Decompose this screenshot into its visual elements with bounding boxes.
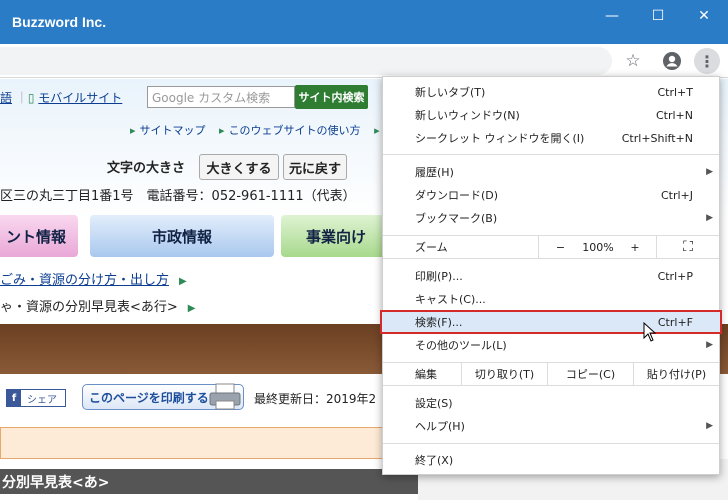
browser-toolbar: ☆ ⋮ — [0, 44, 728, 78]
breadcrumb-link-1[interactable]: ごみ・資源の分け方・出し方 ▶ — [0, 269, 187, 288]
fullscreen-icon[interactable]: ⛶ — [656, 236, 719, 258]
howto-link[interactable]: このウェブサイトの使い方 — [229, 124, 361, 137]
menu-settings[interactable]: 設定(S) — [383, 392, 719, 414]
printer-icon — [209, 383, 241, 410]
submenu-arrow-icon: ▶ — [706, 167, 713, 177]
submenu-arrow-icon: ▶ — [706, 421, 713, 431]
copy-button[interactable]: コピー(C) — [547, 363, 633, 385]
mouse-cursor-icon — [643, 322, 657, 342]
notice-box — [0, 427, 390, 459]
last-updated: 最終更新日：2019年2 — [254, 392, 377, 406]
menu-bookmarks[interactable]: ブックマーク(B) ▶ — [383, 207, 719, 229]
maximize-button[interactable]: ☐ — [635, 0, 681, 32]
menu-edit-row: 編集 切り取り(T) コピー(C) 貼り付け(P) — [383, 362, 719, 386]
menu-incognito[interactable]: シークレット ウィンドウを開く(I) Ctrl+Shift+N — [383, 127, 719, 149]
language-link[interactable]: 語 — [0, 91, 12, 105]
zoom-level: 100% — [582, 240, 614, 254]
font-larger-button[interactable]: 大きくする — [199, 154, 279, 180]
nav-tab-events[interactable]: ント情報 — [0, 215, 78, 257]
font-reset-button[interactable]: 元に戻す — [283, 154, 347, 180]
site-search-input[interactable]: Google カスタム検索 — [147, 86, 295, 108]
menu-new-tab[interactable]: 新しいタブ(T) Ctrl+T — [383, 81, 719, 103]
menu-separator — [383, 443, 719, 444]
edit-label: 編集 — [415, 368, 437, 381]
browser-menu-icon[interactable]: ⋮ — [694, 48, 720, 74]
sitemap-link[interactable]: サイトマップ — [140, 124, 206, 137]
menu-separator — [383, 154, 719, 155]
address-bar[interactable] — [0, 47, 612, 75]
nav-tab-business[interactable]: 事業向け — [281, 215, 391, 257]
mobile-site-link[interactable]: モバイルサイト — [38, 91, 122, 105]
minimize-button[interactable]: — — [589, 0, 635, 32]
zoom-label: ズーム — [415, 241, 448, 254]
bookmark-star-icon[interactable]: ☆ — [622, 50, 644, 72]
breadcrumb-current: ゃ・資源の分別早見表<あ行> ▶ — [0, 300, 196, 315]
menu-downloads[interactable]: ダウンロード(D) Ctrl+J — [383, 184, 719, 206]
menu-help[interactable]: ヘルプ(H) ▶ — [383, 415, 719, 437]
menu-find[interactable]: 検索(F)... Ctrl+F — [380, 310, 722, 334]
paste-button[interactable]: 貼り付け(P) — [633, 363, 719, 385]
address-text: 区三の丸三丁目1番1号 電話番号：052-961-1111（代表） — [0, 189, 356, 204]
nav-tab-city-info[interactable]: 市政情報 — [90, 215, 274, 257]
window-title: Buzzword Inc. — [12, 14, 107, 30]
menu-more-tools[interactable]: その他のツール(L) ▶ — [383, 334, 719, 356]
menu-exit[interactable]: 終了(X) — [383, 449, 719, 471]
submenu-arrow-icon: ▶ — [706, 340, 713, 350]
close-button[interactable]: ✕ — [681, 0, 727, 32]
menu-zoom-row: ズーム − 100% + ⛶ — [383, 235, 719, 259]
font-size-label: 文字の大きさ — [107, 161, 186, 176]
menu-cast[interactable]: キャスト(C)... — [383, 288, 719, 310]
facebook-share-button[interactable]: f シェア — [6, 389, 66, 407]
top-links: 語 ｜▯ モバイルサイト — [0, 91, 123, 105]
site-search-button[interactable]: サイト内検索 — [295, 85, 368, 109]
menu-print[interactable]: 印刷(P)... Ctrl+P — [383, 265, 719, 287]
facebook-icon: f — [7, 390, 21, 406]
section-heading: 分別早見表<あ> — [0, 469, 418, 494]
sub-links: ▸サイトマップ ▸このウェブサイトの使い方 ▸ご意 — [130, 122, 416, 138]
browser-menu: 新しいタブ(T) Ctrl+T 新しいウィンドウ(N) Ctrl+N シークレット … — [380, 76, 722, 475]
cut-button[interactable]: 切り取り(T) — [461, 363, 547, 385]
submenu-arrow-icon: ▶ — [706, 213, 713, 223]
menu-new-window[interactable]: 新しいウィンドウ(N) Ctrl+N — [383, 104, 719, 126]
profile-avatar-icon[interactable] — [661, 50, 683, 72]
zoom-out-button[interactable]: − — [538, 236, 582, 258]
zoom-in-button[interactable]: + — [614, 236, 656, 258]
window-title-bar: Buzzword Inc. — ☐ ✕ — [0, 0, 728, 44]
menu-history[interactable]: 履歴(H) ▶ — [383, 161, 719, 183]
